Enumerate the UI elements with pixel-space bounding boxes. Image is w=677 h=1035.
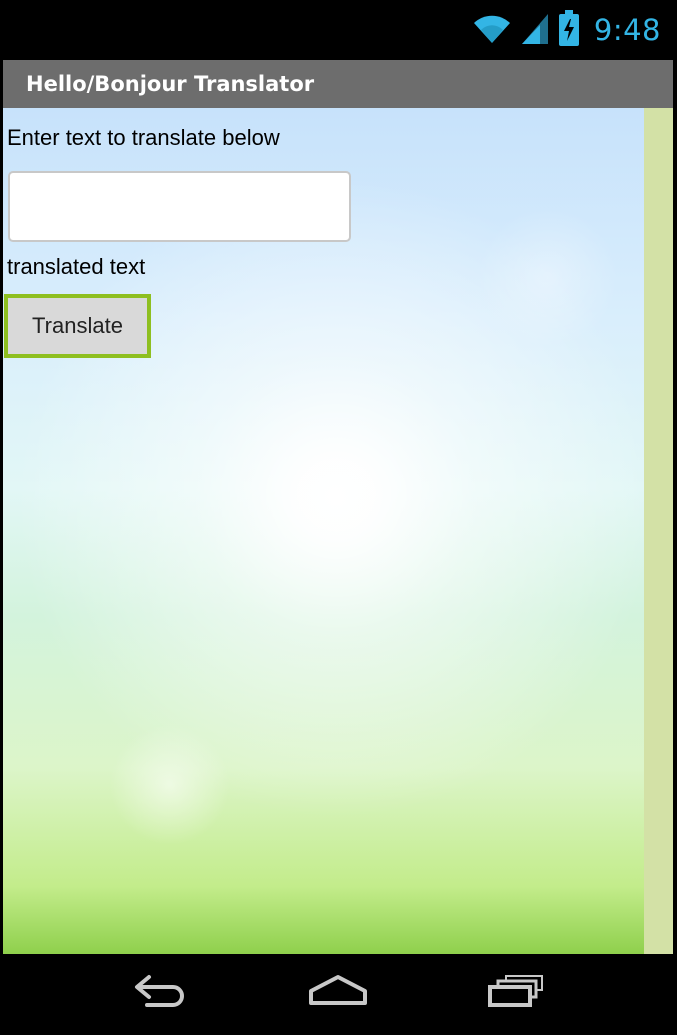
signal-icon [520, 12, 550, 49]
status-icons: 9:48 [472, 9, 661, 51]
translate-button[interactable]: Translate [4, 294, 151, 358]
main-content: Enter text to translate below translated… [3, 108, 644, 954]
back-icon [133, 973, 191, 1012]
battery-charging-icon [558, 9, 580, 51]
text-to-translate-input[interactable] [8, 171, 351, 242]
recent-apps-button[interactable] [466, 962, 566, 1022]
prompt-label: Enter text to translate below [7, 125, 280, 150]
right-edge-strip [644, 108, 673, 954]
wifi-icon [472, 11, 512, 50]
recent-apps-icon [486, 973, 546, 1012]
app-title: Hello/Bonjour Translator [26, 72, 315, 96]
back-button[interactable] [112, 962, 212, 1022]
home-icon [307, 973, 369, 1012]
title-bar: Hello/Bonjour Translator [3, 60, 673, 108]
translated-text-label: translated text [7, 254, 146, 279]
status-bar: 9:48 [0, 0, 677, 60]
status-clock: 9:48 [593, 13, 661, 47]
home-button[interactable] [288, 962, 388, 1022]
nav-bar [0, 954, 677, 1035]
